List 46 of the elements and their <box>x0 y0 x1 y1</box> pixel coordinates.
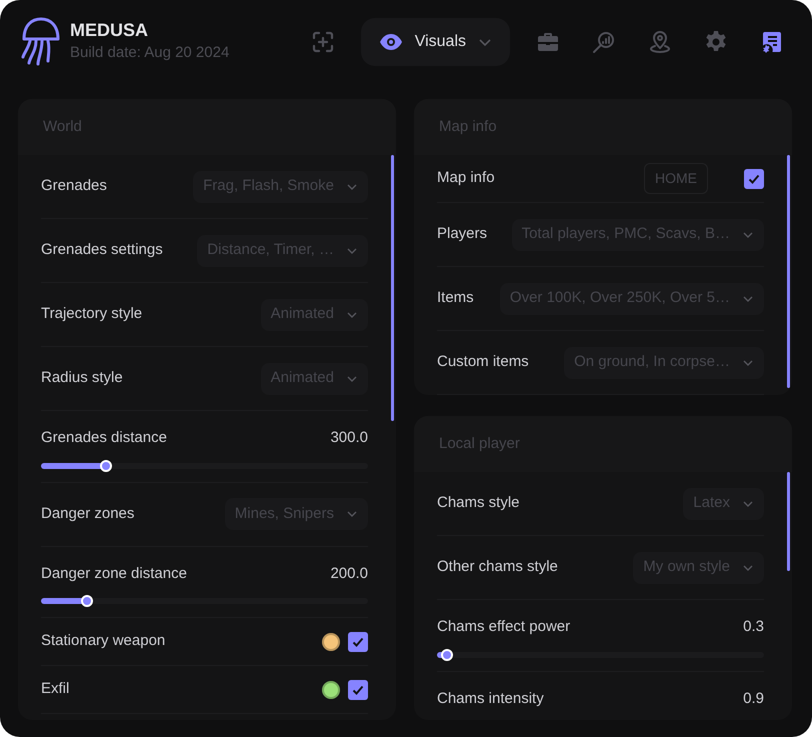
checkbox[interactable] <box>348 680 368 700</box>
setting-label: Chams effect power <box>437 617 570 637</box>
setting-label: Danger zones <box>41 504 134 524</box>
frame-plus-icon <box>310 30 335 54</box>
app-title: MEDUSA <box>70 20 150 42</box>
slider-track[interactable] <box>41 462 368 468</box>
gear-icon <box>704 30 728 54</box>
settings-list-icon <box>760 30 784 54</box>
color-swatch[interactable] <box>322 680 340 698</box>
build-date: Build date: Aug 20 2024 <box>70 42 230 63</box>
slider-track[interactable] <box>41 598 368 604</box>
setting-label: Stationary weapon <box>41 631 166 652</box>
setting-label: Chams intensity <box>437 688 544 708</box>
slider-track[interactable] <box>437 652 764 658</box>
slider-value: 300.0 <box>330 428 368 448</box>
map-pin-icon <box>648 30 672 54</box>
setting-label: Exfil <box>41 679 70 700</box>
checkbox[interactable] <box>348 632 368 652</box>
setting-label: Radius style <box>41 368 123 388</box>
briefcase-icon <box>536 30 560 54</box>
slider-value: 0.3 <box>743 617 764 637</box>
slider-thumb[interactable] <box>440 648 453 660</box>
setting-label: Custom items <box>437 352 529 372</box>
hotkey-badge[interactable]: HOME <box>644 163 708 194</box>
color-swatch[interactable] <box>322 632 340 650</box>
scrollbar[interactable] <box>787 472 790 572</box>
scrollbar[interactable] <box>391 155 394 421</box>
slider-thumb[interactable] <box>80 595 93 607</box>
setting-label: Players <box>437 224 488 244</box>
setting-label: Map info <box>437 168 495 188</box>
scrollbar[interactable] <box>787 155 790 388</box>
setting-label: Items <box>437 288 474 308</box>
setting-label: Other chams style <box>437 557 558 578</box>
jellyfish-logo <box>20 17 62 67</box>
slider-thumb[interactable] <box>100 460 112 472</box>
setting-label: Trajectory style <box>41 304 142 324</box>
search-chart-icon <box>592 30 616 54</box>
checkbox[interactable] <box>744 168 764 188</box>
setting-label: Grenades distance <box>41 428 167 448</box>
setting-label: Grenades settings <box>41 240 163 260</box>
setting-label: Chams style <box>437 493 520 514</box>
slider-value: 0.9 <box>743 688 764 708</box>
visuals-tab[interactable]: Visuals <box>360 18 510 66</box>
slider-value: 200.0 <box>330 564 368 584</box>
setting-label: Danger zone distance <box>41 564 187 584</box>
setting-label: Grenades <box>41 176 107 196</box>
